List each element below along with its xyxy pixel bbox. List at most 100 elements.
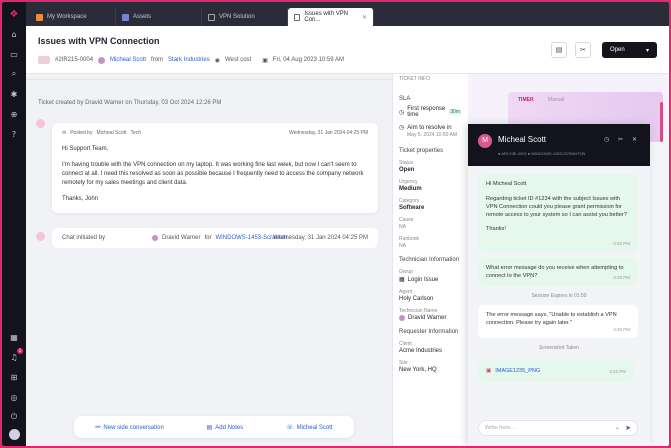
ticket-date: Fri, 04 Aug 2023 10:59 AM <box>272 57 344 63</box>
requester-link[interactable]: Micheal Scott <box>110 57 146 63</box>
agent-field-label: Agent <box>399 289 413 295</box>
scrollbar[interactable] <box>660 102 663 142</box>
runbook-field-label: Runbook <box>399 236 420 242</box>
chat-header: M Micheal Scott ● ARCHIE-0001 ● WINDOWS-… <box>468 124 650 166</box>
aim-resolve-row: ◷ Aim to resolve in <box>399 124 462 132</box>
chat-contact-name: Micheal Scott <box>498 135 547 144</box>
new-side-conversation-button[interactable]: ⚯ New side conversation <box>95 424 163 431</box>
calendar-icon[interactable]: ▦ <box>8 331 20 343</box>
msg-time: 3:45 PM <box>613 275 630 280</box>
tools-button[interactable]: ✂ <box>575 42 591 58</box>
email-signoff: Thanks, John <box>62 196 99 202</box>
site-field-value[interactable]: New York, HQ <box>399 367 462 373</box>
status-open-dropdown[interactable]: Open ▾ <box>602 42 657 58</box>
techname-field-value: Dravid Warner <box>408 315 447 321</box>
help-icon[interactable]: ? <box>8 128 20 140</box>
first-response-row: ◷ First response time 30m <box>399 106 462 118</box>
cause-field-value[interactable]: NA <box>399 224 462 230</box>
send-icon[interactable]: ➤ <box>625 424 631 432</box>
chat-avatar <box>36 232 45 241</box>
history-icon[interactable]: ◷ <box>604 136 609 143</box>
tab-label: Issues with VPN Con... <box>304 11 349 23</box>
urgency-field-label: Urgency <box>399 179 418 185</box>
notifications-icon[interactable]: ♫ 1 <box>8 348 23 363</box>
location-icon: ◉ <box>214 57 220 64</box>
image-file-icon: ▣ <box>486 368 492 374</box>
status-field-value[interactable]: Open <box>399 167 462 173</box>
close-tab-icon[interactable]: ✕ <box>362 14 367 21</box>
chat-message-agent: What error message do you receive when a… <box>478 258 638 286</box>
left-nav-rail: ❖ ⌂ ▭ ⌕ ✱ ⊕ ? ▦ ♫ 1 ⊞ ◎ ⏻ <box>2 2 26 446</box>
power-icon[interactable]: ⏻ <box>8 411 20 423</box>
browser-tab-bar: My Workspace Assets VPN Solution Issues … <box>26 2 669 26</box>
runbook-field-value[interactable]: NA <box>399 243 462 249</box>
chat-initiated-label: Chat initiated by <box>62 235 106 241</box>
ticket-id: #2IR215-0004 <box>55 57 94 63</box>
category-field-label: Category <box>399 198 420 204</box>
aim-resolve-label: Aim to resolve in <box>407 124 452 131</box>
calendar-small-icon: ▣ <box>262 57 268 64</box>
chat-message-user: The error message says, "Unable to estab… <box>478 305 638 338</box>
author-suffix: Tech <box>130 130 142 136</box>
email-text: I'm having trouble with the VPN connecti… <box>62 162 364 186</box>
email-time: Wednesday, 31 Jan 2024 04:25 PM <box>288 130 368 136</box>
user-avatar[interactable] <box>8 429 20 440</box>
cause-field-label: Cause <box>399 217 414 223</box>
chat-contact-sub: ● ARCHIE-0001 ● WINDOWS-1453-SCRANTON <box>498 151 586 156</box>
tab-issues-vpn[interactable]: Issues with VPN Con... ✕ <box>288 8 374 26</box>
action-bar: ⚯ New side conversation ▤ Add Notes ☏ Miche… <box>74 416 354 438</box>
tab-vpn-solution[interactable]: VPN Solution <box>202 8 288 26</box>
note-icon: ▤ <box>206 423 213 431</box>
ticket-header: Issues with VPN Connection #2IR215-0004 … <box>26 26 669 74</box>
tech-info-heading: Technician Information <box>399 257 460 263</box>
inbox-icon[interactable]: ▭ <box>8 48 20 60</box>
tab-my-workspace[interactable]: My Workspace <box>30 8 116 26</box>
msg-thanks: Thanks! <box>486 226 506 232</box>
email-card: ✉ Posted by Micheal Scott Tech Wednesday… <box>52 123 378 213</box>
client-field-label: Client <box>399 341 412 347</box>
msg-body: The error message says, "Unable to estab… <box>486 312 617 326</box>
image-file-name: IMAGE1235_PNG <box>495 368 541 374</box>
clock-icon: ◷ <box>399 109 405 116</box>
chat-input[interactable]: Write here... ⌁ ➤ <box>478 420 638 436</box>
close-chat-icon[interactable]: ✕ <box>632 136 637 143</box>
first-response-label: First response time <box>407 106 446 118</box>
document-icon <box>208 13 215 21</box>
status-field-label: Status <box>399 160 414 166</box>
techname-field-label: Technician Name <box>399 308 438 314</box>
chat-contact-avatar: M <box>478 134 492 148</box>
group-field-value-row[interactable]: ▦ Login Issue <box>399 276 462 283</box>
image-attachment[interactable]: ▣ IMAGE1235_PNG 3:42 PM <box>478 360 634 382</box>
apps-icon[interactable]: ⊞ <box>8 371 20 383</box>
techname-row[interactable]: Dravid Warner <box>399 315 462 321</box>
site-field-label: Site <box>399 360 408 366</box>
client-field-value[interactable]: Acme Industries <box>399 348 462 354</box>
chat-agent: Dravid Warner <box>162 235 201 241</box>
urgency-field-value[interactable]: Medium <box>399 186 462 192</box>
tab-assets[interactable]: Assets <box>116 8 202 26</box>
session-expiry-note: Session Expires in 01:59 <box>531 293 587 299</box>
attach-icon[interactable]: ⌁ <box>616 425 620 432</box>
chat-initiated-card: Chat initiated by Dravid Warner for WIND… <box>52 228 378 248</box>
timer-manual-label[interactable]: Manual <box>548 97 564 103</box>
search-icon[interactable]: ⌕ <box>8 68 20 80</box>
contact-button[interactable]: ☏ Micheal Scott <box>286 424 333 431</box>
chat-window: M Micheal Scott ● ARCHIE-0001 ● WINDOWS-… <box>468 124 650 446</box>
add-notes-button[interactable]: ▤ Add Notes <box>207 424 244 431</box>
sla-heading: SLA <box>399 96 411 102</box>
home-icon[interactable]: ⌂ <box>8 28 20 40</box>
first-response-value: 30m <box>448 109 462 115</box>
category-field-value[interactable]: Software <box>399 205 462 211</box>
print-button[interactable]: ▤ <box>551 42 567 58</box>
tools-icon[interactable]: ✂ <box>618 136 623 143</box>
settings-icon[interactable]: ✱ <box>8 88 20 100</box>
add-icon[interactable]: ⊕ <box>8 108 20 120</box>
page-title: Issues with VPN Connection <box>38 36 160 46</box>
email-meta: ✉ Posted by Micheal Scott Tech <box>62 130 141 136</box>
agent-field-value[interactable]: Holy Carlson <box>399 296 462 302</box>
email-author: Micheal Scott <box>96 130 127 136</box>
globe-icon[interactable]: ◎ <box>8 391 20 403</box>
timer-label[interactable]: TIMER <box>518 97 534 103</box>
company-link[interactable]: Stark Industries <box>168 57 210 63</box>
group-field-label: Group <box>399 269 413 275</box>
